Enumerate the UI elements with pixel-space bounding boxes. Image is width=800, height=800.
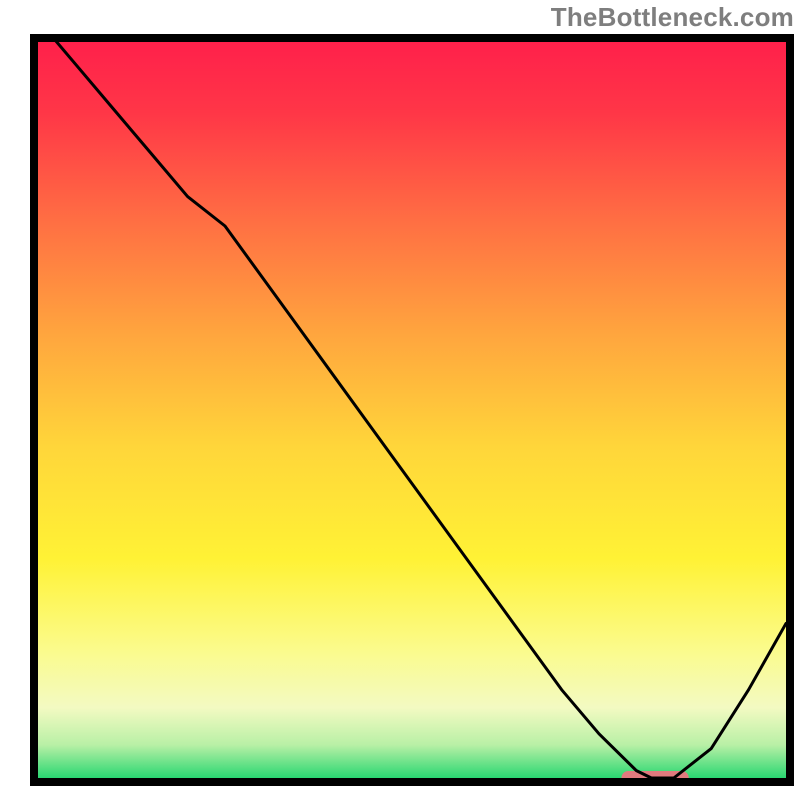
plot-area — [34, 20, 790, 785]
bottleneck-chart — [0, 0, 800, 800]
watermark-label: TheBottleneck.com — [551, 2, 794, 33]
chart-container: TheBottleneck.com — [0, 0, 800, 800]
